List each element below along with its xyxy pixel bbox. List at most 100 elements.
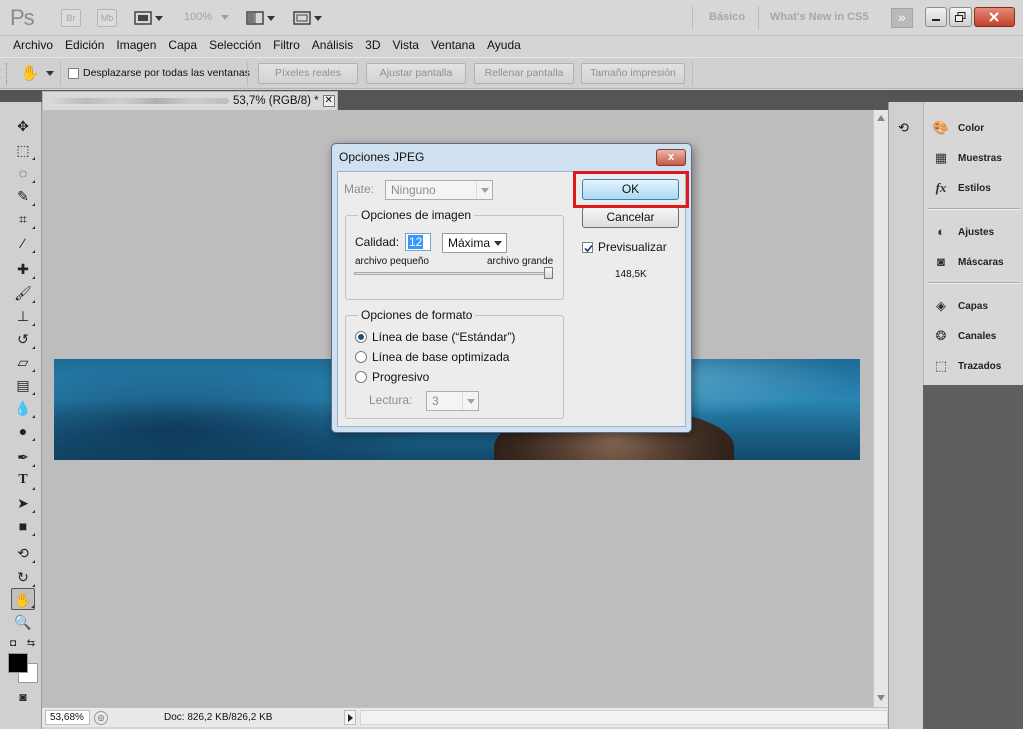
move-tool-icon[interactable]: ✥ xyxy=(11,115,35,137)
quality-slider-track[interactable] xyxy=(354,272,548,275)
panel-layers[interactable]: ◈ Capas xyxy=(932,298,988,314)
menu-filtro[interactable]: Filtro xyxy=(267,36,306,56)
actual-pixels-button[interactable]: Píxeles reales xyxy=(258,63,358,84)
foreground-color-swatch[interactable] xyxy=(8,653,28,673)
blur-tool-icon[interactable]: 💧 xyxy=(11,397,35,419)
close-window-button[interactable] xyxy=(973,7,1015,27)
3d-orbit-tool-icon[interactable]: ↻ xyxy=(11,566,35,588)
more-workspaces-button[interactable]: » xyxy=(891,8,913,28)
restore-button[interactable] xyxy=(949,7,972,27)
hand-tool-icon[interactable]: ✋ xyxy=(11,588,35,610)
brush-tool-icon[interactable]: 🖌 xyxy=(11,282,35,304)
healing-brush-tool-icon[interactable]: ✚ xyxy=(11,258,35,280)
quality-input[interactable]: 12 xyxy=(405,233,431,251)
divider xyxy=(60,62,61,86)
panel-masks[interactable]: ◙ Máscaras xyxy=(932,254,1004,270)
preview-option[interactable]: Previsualizar xyxy=(582,240,667,254)
clone-stamp-tool-icon[interactable]: ⊥ xyxy=(11,305,35,327)
history-brush-tool-icon[interactable]: ↺ xyxy=(11,328,35,350)
scroll-all-windows-option[interactable]: Desplazarse por todas las ventanas xyxy=(68,67,250,79)
panel-adjustments[interactable]: ◐ Ajustes xyxy=(932,224,994,240)
format-progressive[interactable]: Progresivo xyxy=(355,370,429,384)
panel-styles[interactable]: fx Estilos xyxy=(932,180,991,196)
matte-dropdown[interactable]: Ninguno xyxy=(385,180,493,200)
menu-archivo[interactable]: Archivo xyxy=(7,36,59,56)
status-menu-button[interactable] xyxy=(344,710,356,725)
matte-value: Ninguno xyxy=(391,183,436,197)
format-baseline-standard[interactable]: Línea de base (“Estándar”) xyxy=(355,330,515,344)
panel-label: Trazados xyxy=(958,360,1002,372)
quality-value: 12 xyxy=(408,235,424,249)
panel-paths[interactable]: ⬚ Trazados xyxy=(932,358,1002,374)
close-document-icon[interactable]: ✕ xyxy=(322,95,335,107)
scans-dropdown[interactable]: 3 xyxy=(426,391,479,411)
mini-bridge-button[interactable]: Mb xyxy=(97,9,117,27)
horizontal-scrollbar[interactable] xyxy=(360,710,888,725)
screen-mode-button[interactable] xyxy=(293,8,322,28)
vertical-scrollbar[interactable] xyxy=(873,110,888,707)
marquee-tool-icon[interactable]: ⬚ xyxy=(11,139,35,161)
grip-handle[interactable] xyxy=(6,63,9,85)
menu-analisis[interactable]: Análisis xyxy=(306,36,359,56)
dock-header[interactable] xyxy=(888,90,1023,102)
format-baseline-optimized[interactable]: Línea de base optimizada xyxy=(355,350,509,364)
palette-icon: 🎨 xyxy=(932,120,950,135)
menu-edicion[interactable]: Edición xyxy=(59,36,110,56)
menu-seleccion[interactable]: Selección xyxy=(203,36,267,56)
type-tool-icon[interactable]: T xyxy=(11,469,35,491)
hand-tool-preset-icon[interactable]: ✋ xyxy=(20,64,40,84)
scroll-up-icon[interactable] xyxy=(877,115,885,121)
toolbox-header[interactable] xyxy=(0,90,42,102)
quick-mask-icon[interactable]: ◙ xyxy=(11,686,35,708)
3d-rotate-tool-icon[interactable]: ⟲ xyxy=(11,542,35,564)
menu-vista[interactable]: Vista xyxy=(387,36,425,56)
scroll-all-windows-checkbox[interactable] xyxy=(68,67,79,79)
gradient-tool-icon[interactable]: ▤ xyxy=(11,374,35,396)
panel-color[interactable]: 🎨 Color xyxy=(932,120,984,136)
history-panel-icon[interactable]: ⟲ xyxy=(898,120,909,136)
panel-swatches[interactable]: ▦ Muestras xyxy=(932,150,1002,166)
zoom-level-dropdown[interactable]: 100% xyxy=(184,11,230,23)
workspace-whats-new[interactable]: What's New in CS5 xyxy=(770,11,869,23)
preview-checkbox[interactable] xyxy=(582,241,593,253)
zoom-percentage-field[interactable]: 53,68% xyxy=(45,710,90,725)
eraser-tool-icon[interactable]: ▱ xyxy=(11,351,35,373)
format-option-label: Línea de base optimizada xyxy=(372,350,510,364)
eyedropper-tool-icon[interactable]: ⁄ xyxy=(11,232,35,254)
menu-3d[interactable]: 3D xyxy=(359,36,386,56)
scroll-down-icon[interactable] xyxy=(877,695,885,701)
view-extras-button[interactable] xyxy=(134,8,163,28)
pen-tool-icon[interactable]: ✒ xyxy=(11,446,35,468)
document-tab[interactable]: 53,7% (RGB/8) * ✕ xyxy=(42,91,338,110)
menu-ayuda[interactable]: Ayuda xyxy=(481,36,527,56)
radio-button[interactable] xyxy=(355,331,367,343)
minimize-button[interactable] xyxy=(925,7,948,27)
default-colors-icon[interactable]: ◘ xyxy=(6,633,20,655)
menu-ventana[interactable]: Ventana xyxy=(425,36,481,56)
info-icon[interactable]: ◎ xyxy=(94,710,108,725)
panel-channels[interactable]: ❂ Canales xyxy=(932,328,997,344)
menu-imagen[interactable]: Imagen xyxy=(110,36,162,56)
menu-capa[interactable]: Capa xyxy=(162,36,203,56)
dodge-tool-icon[interactable]: ● xyxy=(11,420,35,442)
fill-screen-button[interactable]: Rellenar pantalla xyxy=(474,63,574,84)
print-size-button[interactable]: Tamaño impresión xyxy=(581,63,685,84)
lasso-tool-icon[interactable]: ◌ xyxy=(11,162,35,184)
bridge-button[interactable]: Br xyxy=(61,9,81,27)
shape-tool-icon[interactable]: ■ xyxy=(11,515,35,537)
path-selection-tool-icon[interactable]: ➤ xyxy=(11,492,35,514)
quality-preset-dropdown[interactable]: Máxima xyxy=(442,233,507,253)
quick-selection-tool-icon[interactable]: ✎ xyxy=(11,185,35,207)
quality-slider-thumb[interactable] xyxy=(544,267,553,279)
crop-tool-icon[interactable]: ⌗ xyxy=(11,208,35,230)
radio-button[interactable] xyxy=(355,371,367,383)
radio-button[interactable] xyxy=(355,351,367,363)
dialog-close-button[interactable]: x xyxy=(656,149,686,166)
swap-colors-icon[interactable]: ⇆ xyxy=(24,633,38,655)
cancel-button[interactable]: Cancelar xyxy=(582,207,679,228)
workspace-basic[interactable]: Básico xyxy=(709,11,745,23)
fit-screen-button[interactable]: Ajustar pantalla xyxy=(366,63,466,84)
arrange-documents-button[interactable] xyxy=(246,8,275,28)
zoom-tool-icon[interactable]: 🔍 xyxy=(11,611,35,633)
chevron-down-icon[interactable] xyxy=(46,71,54,76)
